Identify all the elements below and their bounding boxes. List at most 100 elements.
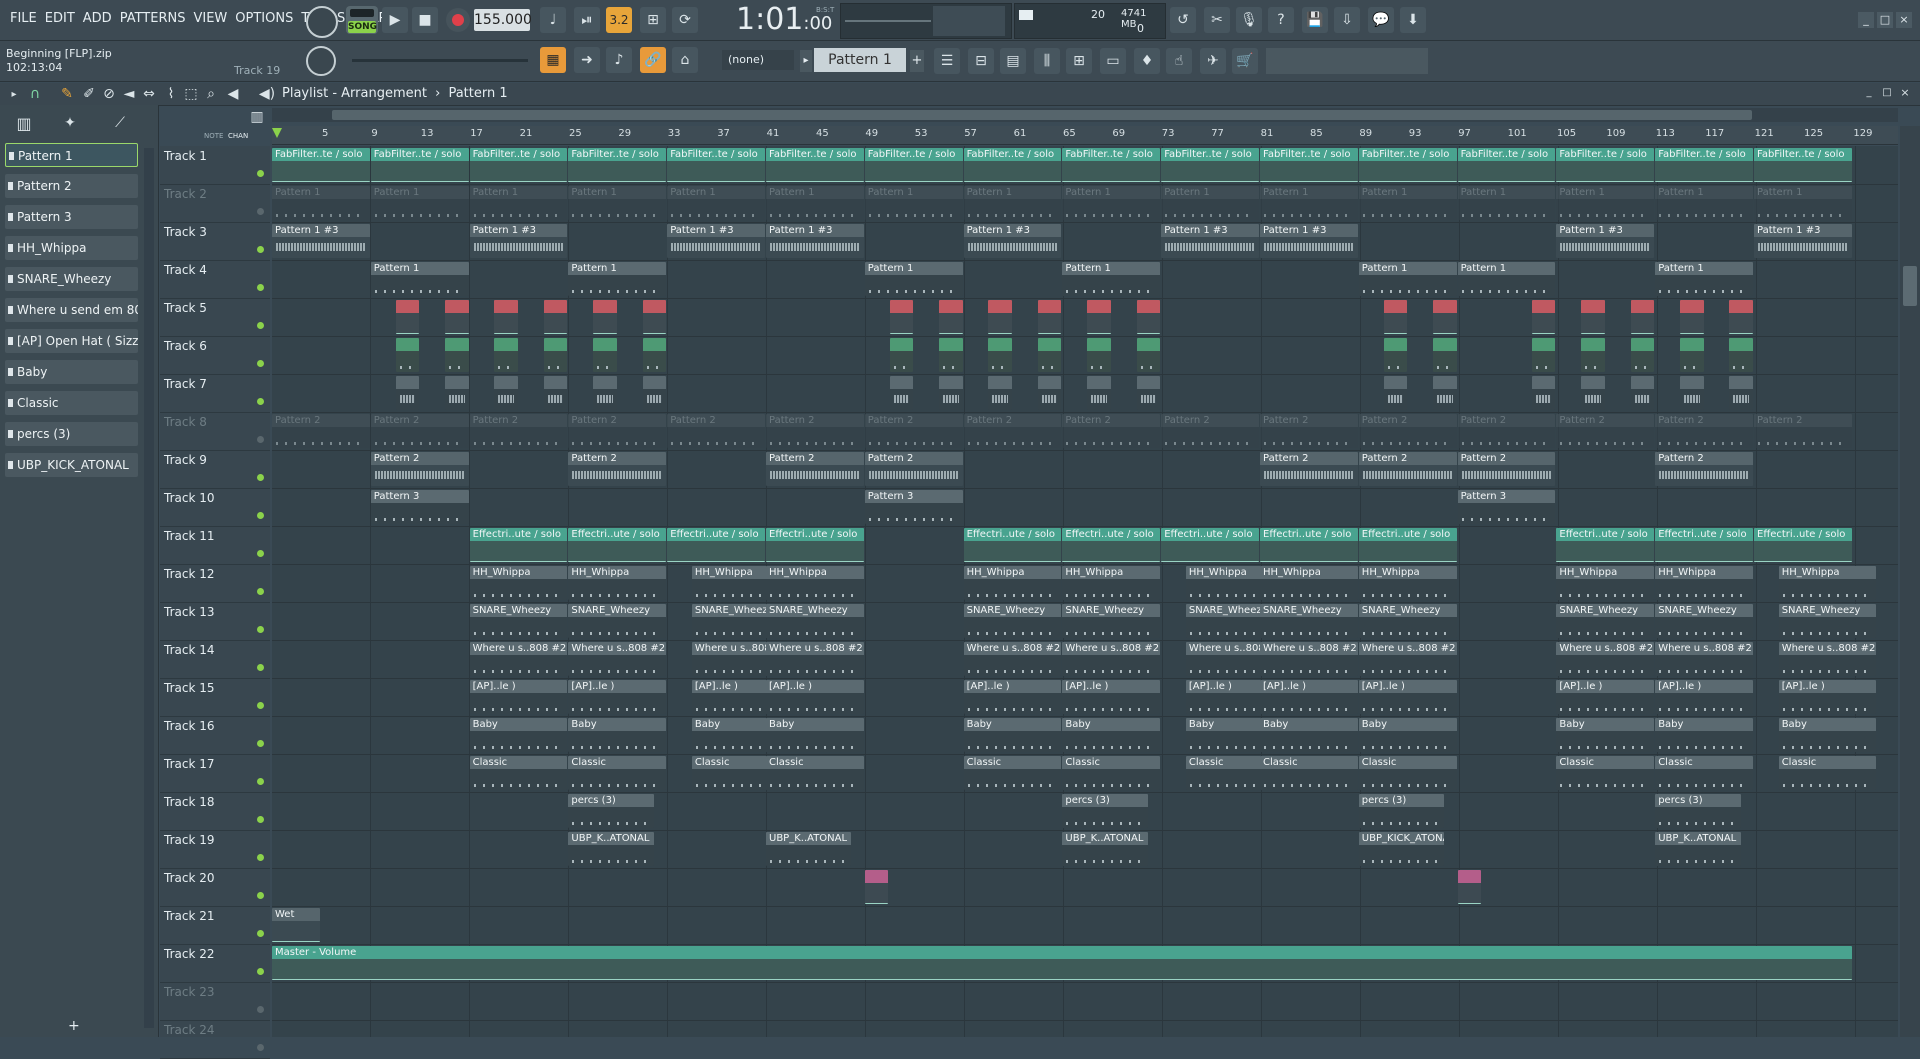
playlist-clip[interactable]: [AP]..le ): [1260, 680, 1358, 714]
playlist-grid[interactable]: FabFilter..te / solo FabFilter..te / solo…: [272, 146, 1898, 1037]
playlist-clip[interactable]: [889, 376, 914, 410]
save-icon[interactable]: 💾: [1302, 7, 1328, 33]
vertical-scroll-thumb[interactable]: [1903, 266, 1917, 306]
picker-add-button[interactable]: +: [68, 1018, 80, 1034]
playlist-clip[interactable]: [1729, 338, 1753, 372]
track-lane[interactable]: [272, 488, 1898, 527]
playlist-clip[interactable]: [AP]..le ): [1655, 680, 1753, 714]
track-header[interactable]: Track 20: [160, 868, 270, 907]
track-header[interactable]: Track 7: [160, 374, 270, 413]
playlist-clip[interactable]: UBP_KICK_ATONAL: [1358, 832, 1445, 866]
automation-clip-icon[interactable]: ⟋: [108, 111, 132, 135]
playlist-clip[interactable]: Baby: [1062, 718, 1161, 752]
playlist-clip[interactable]: [864, 870, 889, 904]
picker-item[interactable]: Pattern 1: [5, 143, 138, 167]
playlist-clip[interactable]: Pattern 1: [1260, 186, 1358, 220]
record-button[interactable]: [446, 8, 470, 32]
playlist-clip[interactable]: Pattern 1: [1358, 262, 1457, 296]
playlist-clip[interactable]: HH_Whippa: [1260, 566, 1358, 600]
snap-selector[interactable]: (none): [722, 50, 794, 70]
playlist-clip[interactable]: Baby: [1655, 718, 1753, 752]
playlist-clip[interactable]: Pattern 2: [1161, 414, 1259, 448]
playlist-clip[interactable]: Pattern 2: [568, 452, 667, 486]
playlist-menu-arrow[interactable]: ▸: [6, 85, 22, 103]
playlist-clip[interactable]: [1630, 300, 1655, 334]
picker-item[interactable]: SNARE_Wheezy: [5, 267, 138, 291]
speaker-icon[interactable]: ◀): [258, 85, 276, 103]
playlist-clip[interactable]: [543, 300, 568, 334]
picker-item[interactable]: [AP] Open Hat ( Sizzle ): [5, 329, 138, 353]
playlist-clip[interactable]: Classic: [1778, 756, 1877, 790]
channel-rack-icon[interactable]: ⊟: [968, 48, 994, 74]
menu-options[interactable]: OPTIONS: [231, 8, 297, 29]
step-edit-icon[interactable]: ⌂: [672, 47, 698, 73]
playlist-clip[interactable]: percs (3): [1062, 794, 1148, 828]
playlist-clip[interactable]: Pattern 1 #3: [1754, 224, 1852, 258]
metronome-icon[interactable]: ♩: [540, 7, 566, 33]
playlist-clip[interactable]: Pattern 2: [864, 414, 963, 448]
playlist-clip[interactable]: FabFilter..te / solo: [1457, 148, 1556, 182]
playlist-clip[interactable]: [642, 376, 667, 410]
track-mute-led[interactable]: [257, 246, 264, 253]
delete-tool-icon[interactable]: ⊘: [100, 85, 118, 103]
track-mute-led[interactable]: [257, 208, 264, 215]
playlist-clip[interactable]: [642, 300, 667, 334]
track-header[interactable]: Track 11: [160, 526, 270, 565]
track-mute-led[interactable]: [257, 626, 264, 633]
playlist-clip[interactable]: Pattern 2: [766, 414, 864, 448]
track-mute-led[interactable]: [257, 1006, 264, 1013]
track-lane[interactable]: [272, 906, 1898, 945]
playlist-clip[interactable]: Baby: [1556, 718, 1655, 752]
playlist-clip[interactable]: Pattern 2: [370, 452, 469, 486]
playlist-clip[interactable]: HH_Whippa: [963, 566, 1062, 600]
horizontal-scroll-thumb[interactable]: [332, 110, 1752, 120]
chat-icon[interactable]: 💬: [1368, 7, 1394, 33]
piano-icon-small[interactable]: ▥: [248, 108, 266, 126]
picker-item[interactable]: Pattern 3: [5, 205, 138, 229]
playlist-clip[interactable]: [593, 376, 617, 410]
track-header[interactable]: Track 21: [160, 906, 270, 945]
playlist-clip[interactable]: Classic: [766, 756, 864, 790]
playlist-clip[interactable]: [AP]..le ): [766, 680, 864, 714]
playlist-clip[interactable]: HH_Whippa: [1556, 566, 1655, 600]
track-mute-led[interactable]: [257, 816, 264, 823]
browser-icon[interactable]: ⊞: [1066, 48, 1092, 74]
playlist-clip[interactable]: FabFilter..te / solo: [1655, 148, 1753, 182]
playlist-clip[interactable]: Pattern 1: [1062, 262, 1161, 296]
playlist-clip[interactable]: [1037, 376, 1062, 410]
cut-icon[interactable]: ✂: [1204, 7, 1230, 33]
playlist-clip[interactable]: [1729, 300, 1753, 334]
playlist-clip[interactable]: [1581, 376, 1605, 410]
playlist-clip[interactable]: [1679, 376, 1704, 410]
wait-input-icon[interactable]: ⏯: [574, 7, 600, 33]
playlist-clip[interactable]: FabFilter..te / solo: [1161, 148, 1259, 182]
loop-record-icon[interactable]: ⟳: [672, 7, 698, 33]
track-header[interactable]: Track 4: [160, 260, 270, 299]
playlist-clip[interactable]: Classic: [1556, 756, 1655, 790]
playlist-clip[interactable]: Effectri..ute / solo: [1754, 528, 1852, 562]
master-volume-knob[interactable]: [306, 6, 338, 38]
playlist-clip[interactable]: Classic: [568, 756, 667, 790]
playlist-clip[interactable]: Pattern 2: [1260, 452, 1358, 486]
playlist-clip[interactable]: Pattern 2: [1358, 452, 1457, 486]
playlist-clip[interactable]: Effectri..ute / solo: [1161, 528, 1259, 562]
magnet-icon[interactable]: ∩: [26, 85, 44, 103]
playlist-clip[interactable]: FabFilter..te / solo: [1556, 148, 1655, 182]
track-mute-led[interactable]: [257, 930, 264, 937]
track-header[interactable]: Track 12: [160, 564, 270, 603]
playlist-clip[interactable]: [1630, 376, 1655, 410]
news-panel[interactable]: [1266, 48, 1428, 74]
playlist-clip[interactable]: FabFilter..te / solo: [1754, 148, 1852, 182]
track-mute-led[interactable]: [257, 436, 264, 443]
playlist-clip[interactable]: [642, 338, 667, 372]
audio-clip-icon[interactable]: ✦: [58, 111, 82, 135]
slip-tool-icon[interactable]: ⇔: [140, 85, 158, 103]
playlist-clip[interactable]: Pattern 1 #3: [766, 224, 864, 258]
playlist-clip[interactable]: Pattern 1: [1556, 186, 1655, 220]
track-mute-led[interactable]: [257, 360, 264, 367]
playlist-clip[interactable]: FabFilter..te / solo: [370, 148, 469, 182]
vertical-scrollbar[interactable]: [1900, 126, 1920, 1037]
close-icon[interactable]: ×: [1896, 12, 1912, 28]
playlist-clip[interactable]: [AP]..le ): [1062, 680, 1161, 714]
playlist-clip[interactable]: Pattern 1: [370, 186, 469, 220]
